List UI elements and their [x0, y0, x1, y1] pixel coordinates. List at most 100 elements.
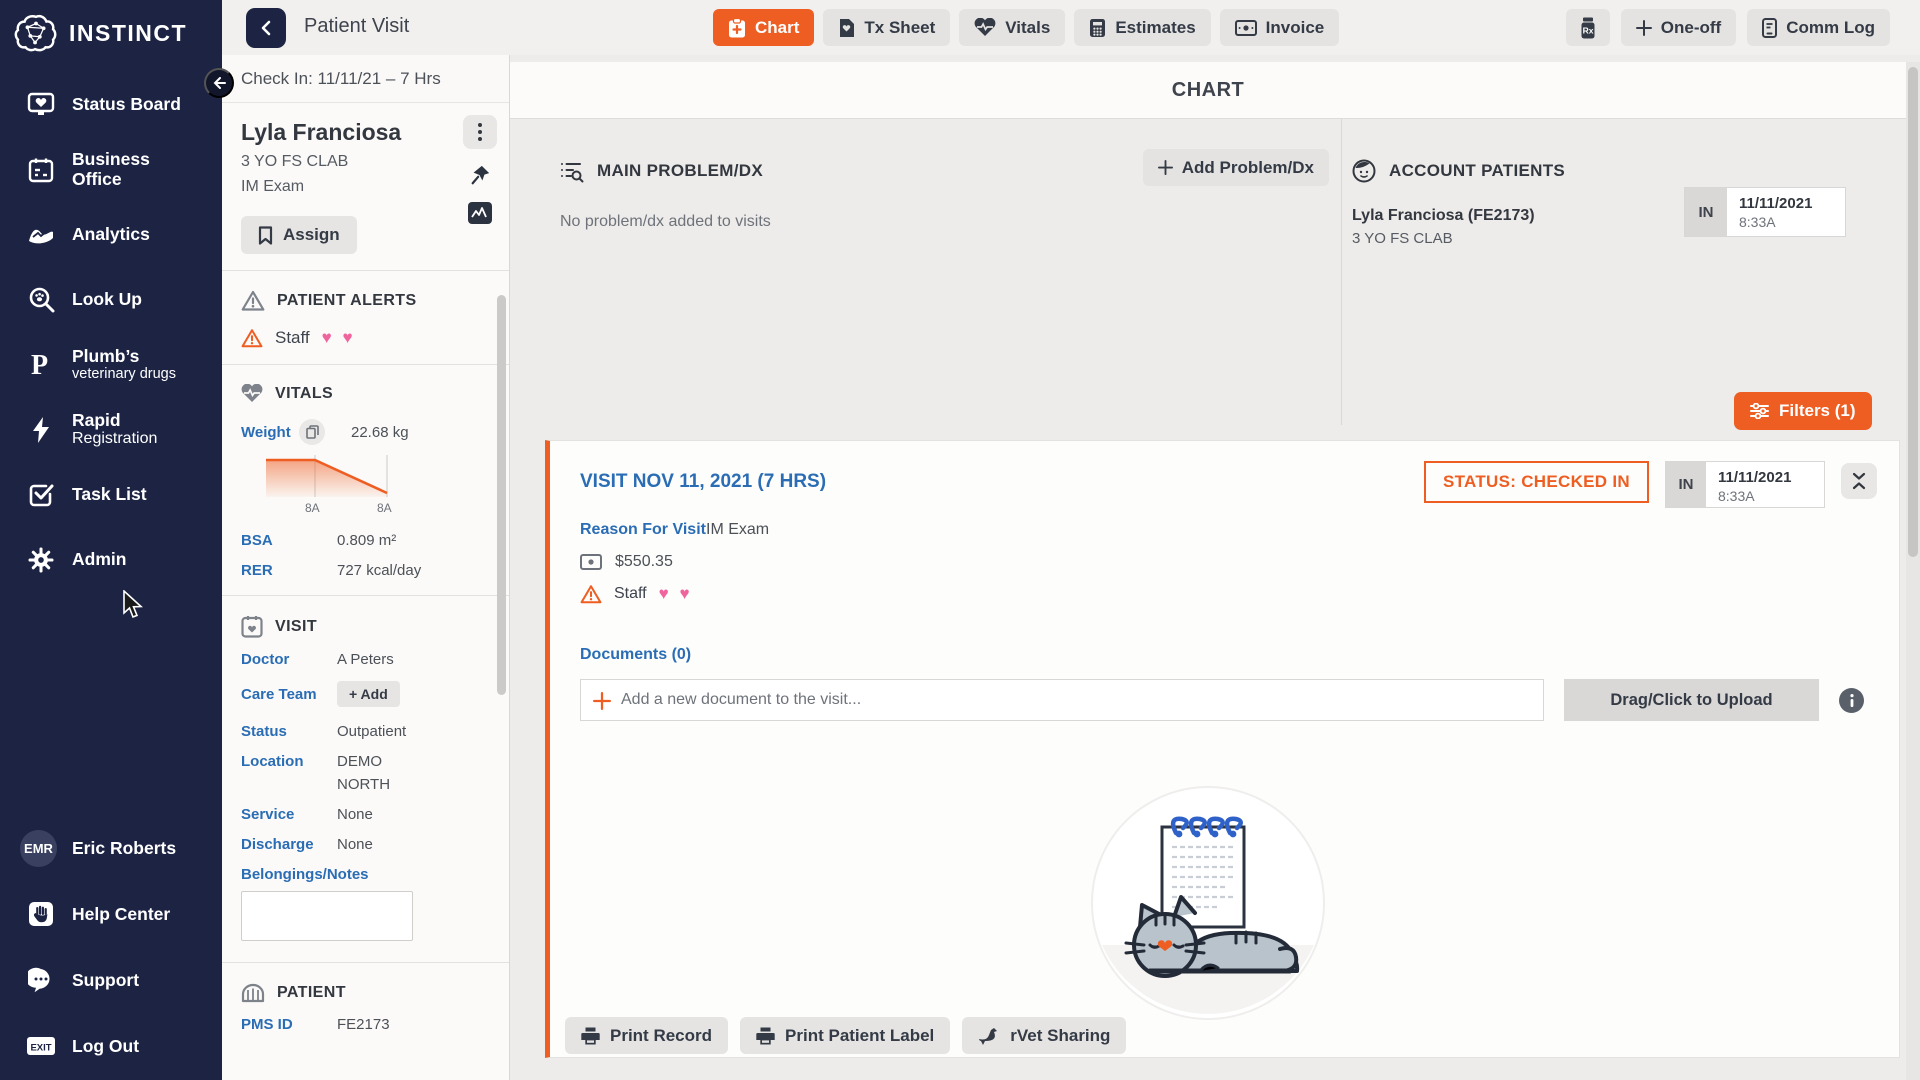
sidebar-item-label: Help Center [72, 904, 170, 925]
main-problem-section: MAIN PROBLEM/DX Add Problem/Dx No proble… [510, 119, 1342, 425]
doctor-label[interactable]: Doctor [241, 651, 337, 668]
exit-text: EXIT [30, 1043, 51, 1054]
sidebar-item-help-center[interactable]: Help Center [0, 896, 222, 932]
rer-label[interactable]: RER [241, 562, 337, 579]
add-problem-button[interactable]: Add Problem/Dx [1143, 149, 1329, 186]
back-button[interactable] [246, 8, 286, 48]
service-label[interactable]: Service [241, 806, 337, 823]
print-record-button[interactable]: Print Record [565, 1017, 728, 1054]
plumbs-p-glyph: P [31, 351, 48, 379]
panel-scrollbar[interactable] [497, 295, 506, 695]
sidebar-item-rapid-registration[interactable]: Rapid Registration [0, 397, 222, 462]
belongings-notes-label[interactable]: Belongings/Notes [241, 866, 490, 883]
vitals-title: VITALS [275, 385, 333, 403]
visit-alert[interactable]: Staff♥ ♥ [580, 584, 693, 604]
sidebar-item-log-out[interactable]: EXIT Log Out [0, 1028, 222, 1064]
analytics-icon [26, 224, 56, 246]
add-document-input[interactable] [581, 680, 1543, 720]
sidebar-item-analytics[interactable]: Analytics [0, 202, 222, 267]
tab-vitals[interactable]: Vitals [959, 9, 1065, 46]
print-patient-label-button[interactable]: Print Patient Label [740, 1017, 950, 1054]
user-menu[interactable]: EMR Eric Roberts [0, 828, 222, 868]
collapse-visit-button[interactable] [1841, 463, 1877, 499]
alert-item[interactable]: Staff♥ ♥ [241, 328, 490, 348]
visit-tab-group: Chart Tx Sheet Vitals [713, 9, 1339, 46]
look-up-icon [26, 286, 56, 313]
copy-icon[interactable] [299, 419, 325, 445]
user-name: Eric Roberts [72, 838, 176, 859]
status-label[interactable]: Status [241, 723, 337, 740]
tab-estimates[interactable]: Estimates [1074, 9, 1210, 46]
sidebar-item-label: Task List [72, 484, 147, 504]
sidebar-item-plumbs[interactable]: P Plumb’s veterinary drugs [0, 332, 222, 397]
warning-triangle-orange-icon [580, 584, 602, 604]
sidebar-item-support[interactable]: Support [0, 962, 222, 998]
assign-button[interactable]: Assign [241, 216, 357, 254]
service-value: None [337, 806, 373, 823]
tab-label: Vitals [1005, 18, 1050, 38]
status-board-icon [26, 92, 56, 118]
discharge-value: None [337, 836, 373, 853]
documents-label[interactable]: Documents (0) [580, 646, 691, 664]
sidebar-item-look-up[interactable]: Look Up [0, 267, 222, 332]
brand-logo[interactable]: INSTINCT [0, 0, 222, 66]
account-patients-section: ACCOUNT PATIENTS Lyla Franciosa (FE2173)… [1342, 119, 1906, 425]
visit-card-title[interactable]: VISIT NOV 11, 2021 (7 HRS) [580, 471, 826, 493]
patient-reason: IM Exam [241, 178, 490, 196]
plumbs-icon: P [26, 351, 56, 379]
plus-icon [1158, 160, 1173, 175]
avatar: EMR [20, 830, 57, 867]
alert-text: Staff [275, 328, 310, 348]
one-off-button[interactable]: One-off [1621, 9, 1736, 46]
tab-chart[interactable]: Chart [713, 9, 814, 46]
visit-card-footer: Print Record Print Patient Label rVet Sh… [565, 1017, 1126, 1054]
info-icon[interactable] [1839, 688, 1864, 713]
sparkline-tick: 8A [377, 501, 392, 515]
reason-for-visit-label[interactable]: Reason For Visit [580, 521, 706, 539]
sidebar-item-business-office[interactable]: Business Office [0, 137, 222, 202]
bsa-label[interactable]: BSA [241, 532, 337, 549]
sidebar-item-label: Plumb’s [72, 347, 176, 367]
calendar-heart-icon [241, 615, 263, 638]
sidebar-item-admin[interactable]: Admin [0, 527, 222, 592]
pms-id-label[interactable]: PMS ID [241, 1016, 337, 1033]
patient-menu-button[interactable] [463, 115, 497, 149]
visit-check-in-time: 8:33A [1718, 488, 1808, 504]
sidebar-item-label: Rapid [72, 411, 157, 431]
sidebar-item-task-list[interactable]: Task List [0, 462, 222, 527]
weight-label[interactable]: Weight [241, 424, 299, 441]
belongings-notes-input[interactable] [241, 891, 413, 941]
discharge-label[interactable]: Discharge [241, 836, 337, 853]
patient-name: Lyla Franciosa [241, 119, 490, 146]
rx-bottle-button[interactable]: Rx [1566, 9, 1610, 46]
visit-section: VISIT DoctorA Peters Care Team + Add Sta… [222, 596, 509, 962]
care-team-label[interactable]: Care Team [241, 686, 337, 703]
upload-button[interactable]: Drag/Click to Upload [1564, 679, 1819, 721]
care-team-add-button[interactable]: + Add [337, 681, 400, 707]
patient-info-title: PATIENT [277, 984, 346, 1002]
tab-invoice[interactable]: Invoice [1220, 9, 1340, 46]
exit-sign-icon: EXIT [26, 1036, 56, 1056]
status-value: Outpatient [337, 723, 406, 740]
comm-log-button[interactable]: Comm Log [1747, 9, 1890, 46]
problem-empty-text: No problem/dx added to visits [560, 213, 1329, 231]
tab-tx-sheet[interactable]: Tx Sheet [823, 9, 950, 46]
location-label[interactable]: Location [241, 753, 337, 770]
sidebar-item-sublabel: Office [72, 170, 150, 190]
filters-button[interactable]: Filters (1) [1734, 392, 1872, 430]
page-title: Patient Visit [304, 15, 409, 38]
trends-image-icon[interactable] [467, 201, 493, 225]
weight-sparkline[interactable]: 8A 8A [265, 453, 395, 499]
sidebar-item-label: Analytics [72, 224, 150, 244]
chat-bubble-icon [26, 967, 56, 993]
rvet-sharing-button[interactable]: rVet Sharing [962, 1017, 1126, 1054]
pin-icon[interactable] [469, 164, 491, 186]
main-scrollbar-thumb[interactable] [1908, 67, 1918, 557]
sidebar-item-label: Business [72, 150, 150, 170]
problem-list-icon [560, 159, 584, 183]
lightning-icon [26, 416, 56, 444]
sidebar-item-status-board[interactable]: Status Board [0, 72, 222, 137]
sidebar-collapse-button[interactable] [204, 68, 234, 98]
check-in-time-badge: IN 11/11/2021 8:33A [1684, 187, 1846, 237]
visit-check-in-badge: IN 11/11/2021 8:33A [1665, 461, 1825, 508]
